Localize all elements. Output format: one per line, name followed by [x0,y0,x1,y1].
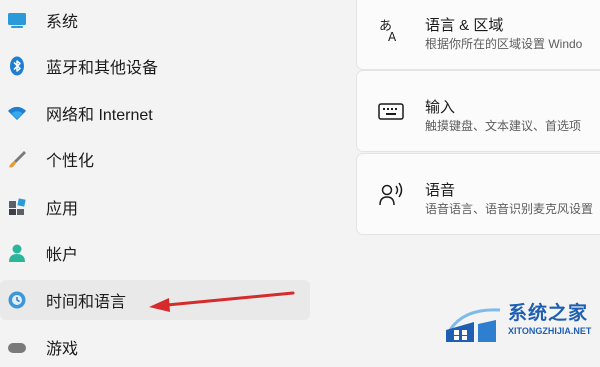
watermark-url: XITONGZHIJIA.NET [508,326,592,336]
sidebar-item-apps[interactable]: 应用 [0,187,310,227]
site-watermark: 系统之家 XITONGZHIJIA.NET [444,296,600,347]
card-speech[interactable]: 语音 语音语言、语音识别麦克风设置 [356,153,600,235]
sidebar-item-label: 时间和语言 [46,294,127,311]
sidebar-item-label: 帐户 [46,247,79,264]
settings-content: あ A 语言 & 区域 根据你所在的区域设置 Windo 输入 触摸键盘、文本建… [356,0,600,347]
speech-icon [379,182,403,206]
bluetooth-icon [10,56,24,76]
card-subtitle: 触摸键盘、文本建议、首选项 [425,119,582,133]
card-title: 语音 [425,182,456,199]
watermark-logo-icon [446,308,501,342]
sidebar-item-system[interactable]: 系统 [0,0,310,40]
card-language-region[interactable]: あ A 语言 & 区域 根据你所在的区域设置 Windo [356,0,600,70]
sidebar-item-label: 系统 [46,14,79,31]
apps-icon [9,198,26,215]
watermark-title: 系统之家 [508,303,589,324]
brush-icon [9,151,26,168]
red-arrow-annotation [149,291,295,312]
card-subtitle: 根据你所在的区域设置 Windo [425,37,583,51]
globe-clock-icon [8,291,26,309]
keyboard-icon [378,103,404,120]
sidebar-item-network[interactable]: 网络和 Internet [0,93,310,133]
sidebar-item-personalization[interactable]: 个性化 [0,139,310,179]
sidebar-item-label: 个性化 [46,153,95,170]
card-title: 语言 & 区域 [425,17,504,34]
card-title: 输入 [425,99,456,116]
monitor-icon [8,13,26,28]
svg-text:A: A [388,30,397,43]
sidebar-item-label: 蓝牙和其他设备 [46,60,159,77]
sidebar-item-label: 游戏 [46,341,79,358]
card-typing[interactable]: 输入 触摸键盘、文本建议、首选项 [356,70,600,152]
game-icon [8,343,26,353]
sidebar-item-gaming[interactable]: 游戏 [0,327,310,367]
card-subtitle: 语音语言、语音识别麦克风设置 [425,202,594,216]
sidebar-item-label: 网络和 Internet [46,107,153,124]
sidebar-item-bluetooth[interactable]: 蓝牙和其他设备 [0,46,310,86]
sidebar-item-label: 应用 [46,201,79,218]
account-icon [9,244,25,262]
sidebar-item-accounts[interactable]: 帐户 [0,233,310,273]
wifi-icon [8,106,26,120]
language-icon: あ A [379,19,397,43]
